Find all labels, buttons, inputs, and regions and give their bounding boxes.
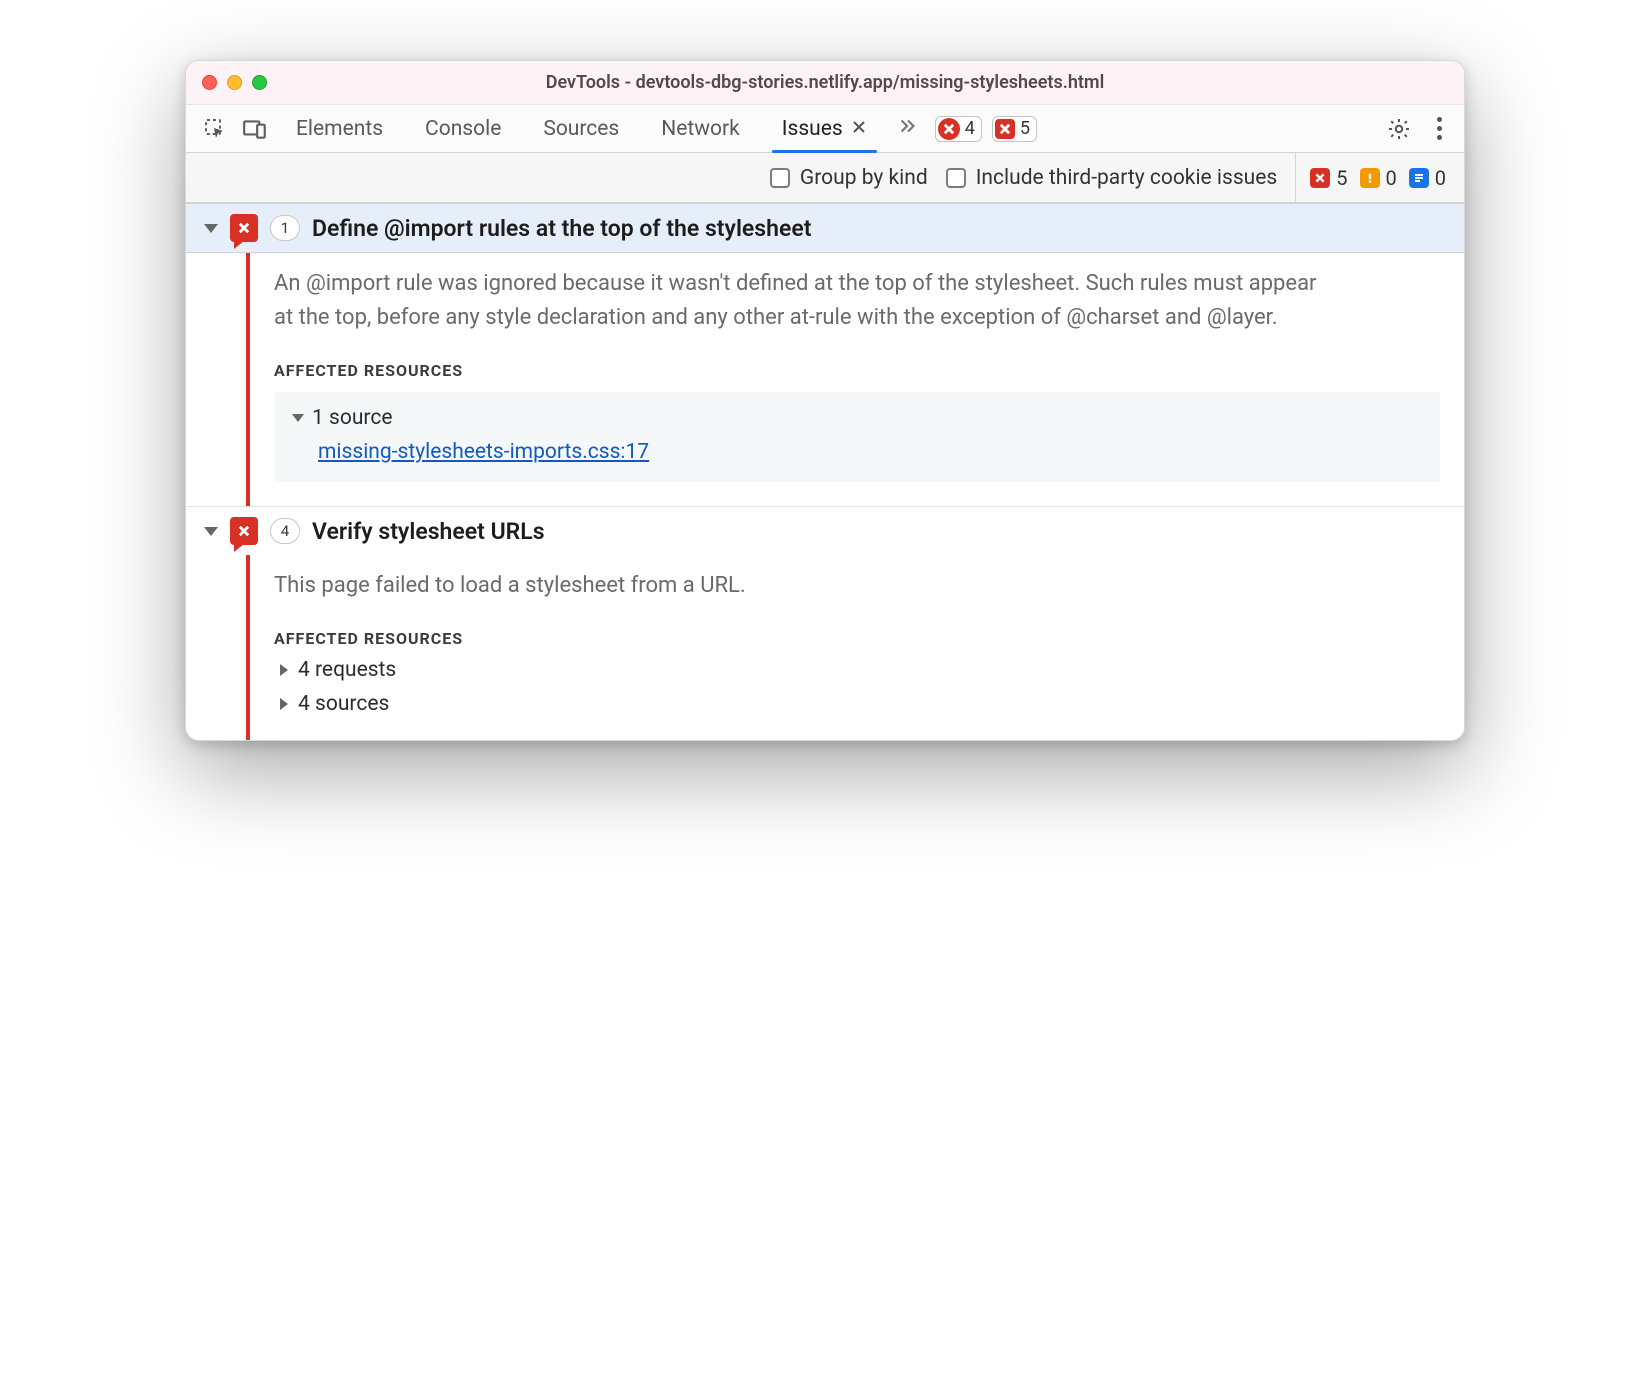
checkbox-label: Include third-party cookie issues bbox=[976, 166, 1278, 190]
window-title: DevTools - devtools-dbg-stories.netlify.… bbox=[186, 72, 1464, 93]
close-icon[interactable] bbox=[851, 117, 867, 141]
inspect-element-icon[interactable] bbox=[198, 112, 232, 146]
info-icon bbox=[1409, 168, 1429, 188]
issue-title: Define @import rules at the top of the s… bbox=[312, 215, 811, 242]
issue-count-pill: 4 bbox=[270, 518, 300, 544]
issue-header[interactable]: 1 Define @import rules at the top of the… bbox=[186, 203, 1464, 253]
issues-toolbar: Group by kind Include third-party cookie… bbox=[186, 153, 1464, 203]
issue-body: This page failed to load a stylesheet fr… bbox=[246, 555, 1464, 740]
issue-body: An @import rule was ignored because it w… bbox=[246, 253, 1464, 506]
error-icon bbox=[1310, 168, 1330, 188]
affected-resources-box: 1 source missing-stylesheets-imports.css… bbox=[274, 392, 1440, 482]
sources-summary-text: 4 sources bbox=[298, 692, 389, 716]
affected-resources-label: AFFECTED RESOURCES bbox=[274, 629, 1440, 648]
tab-elements[interactable]: Elements bbox=[278, 105, 401, 152]
tab-label: Console bbox=[425, 117, 501, 141]
error-chip-icon bbox=[230, 517, 258, 545]
source-summary-text: 1 source bbox=[312, 406, 392, 430]
error-chip-icon bbox=[230, 214, 258, 242]
traffic-lights bbox=[202, 75, 267, 90]
chevron-down-icon bbox=[292, 414, 304, 422]
devtools-window: DevTools - devtools-dbg-stories.netlify.… bbox=[185, 60, 1465, 741]
issue-title: Verify stylesheet URLs bbox=[312, 518, 545, 545]
info-count[interactable]: 0 bbox=[1409, 166, 1446, 190]
tab-issues[interactable]: Issues bbox=[764, 105, 885, 152]
tab-label: Elements bbox=[296, 117, 383, 141]
chevron-right-icon bbox=[280, 698, 288, 710]
main-tabbar: Elements Console Sources Network Issues … bbox=[186, 105, 1464, 153]
tab-sources[interactable]: Sources bbox=[525, 105, 637, 152]
issue-item: 1 Define @import rules at the top of the… bbox=[186, 203, 1464, 506]
requests-summary-text: 4 requests bbox=[298, 658, 396, 682]
window-zoom-button[interactable] bbox=[252, 75, 267, 90]
issue-description: This page failed to load a stylesheet fr… bbox=[274, 569, 1334, 603]
tab-label: Issues bbox=[782, 117, 843, 141]
count-value: 0 bbox=[1386, 166, 1397, 190]
warning-icon bbox=[1360, 168, 1380, 188]
settings-icon[interactable] bbox=[1382, 112, 1416, 146]
affected-resources-label: AFFECTED RESOURCES bbox=[274, 361, 1440, 380]
chevron-down-icon bbox=[204, 527, 218, 536]
sources-summary-row[interactable]: 4 sources bbox=[274, 692, 1440, 716]
group-by-kind-checkbox[interactable]: Group by kind bbox=[770, 166, 928, 190]
kebab-menu-icon[interactable] bbox=[1422, 112, 1456, 146]
issue-description: An @import rule was ignored because it w… bbox=[274, 267, 1334, 335]
error-count[interactable]: 5 bbox=[1310, 166, 1347, 190]
titlebar: DevTools - devtools-dbg-stories.netlify.… bbox=[186, 61, 1464, 105]
badge-count: 5 bbox=[1020, 118, 1030, 139]
issue-header[interactable]: 4 Verify stylesheet URLs bbox=[186, 506, 1464, 555]
issue-count-pill: 1 bbox=[270, 215, 300, 241]
issues-errors-badge-square[interactable]: 5 bbox=[992, 116, 1037, 142]
tab-network[interactable]: Network bbox=[643, 105, 758, 152]
issue-counts: 5 0 0 bbox=[1295, 153, 1446, 202]
badge-count: 4 bbox=[965, 118, 975, 139]
device-toolbar-icon[interactable] bbox=[238, 112, 272, 146]
count-value: 5 bbox=[1336, 166, 1347, 190]
console-errors-badge-round[interactable]: 4 bbox=[935, 116, 982, 142]
source-link[interactable]: missing-stylesheets-imports.css:17 bbox=[318, 440, 649, 464]
tab-label: Sources bbox=[543, 117, 619, 141]
checkbox-box bbox=[770, 168, 790, 188]
tab-label: Network bbox=[661, 117, 740, 141]
error-icon bbox=[995, 119, 1015, 139]
error-icon bbox=[938, 118, 960, 140]
tab-console[interactable]: Console bbox=[407, 105, 519, 152]
warning-count[interactable]: 0 bbox=[1360, 166, 1397, 190]
window-minimize-button[interactable] bbox=[227, 75, 242, 90]
more-tabs-icon[interactable] bbox=[891, 115, 925, 143]
requests-summary-row[interactable]: 4 requests bbox=[274, 658, 1440, 682]
include-third-party-checkbox[interactable]: Include third-party cookie issues bbox=[946, 166, 1278, 190]
issue-item: 4 Verify stylesheet URLs This page faile… bbox=[186, 506, 1464, 740]
chevron-down-icon bbox=[204, 224, 218, 233]
window-close-button[interactable] bbox=[202, 75, 217, 90]
source-summary-row[interactable]: 1 source bbox=[292, 406, 1422, 430]
checkbox-label: Group by kind bbox=[800, 166, 928, 190]
count-value: 0 bbox=[1435, 166, 1446, 190]
checkbox-box bbox=[946, 168, 966, 188]
chevron-right-icon bbox=[280, 664, 288, 676]
